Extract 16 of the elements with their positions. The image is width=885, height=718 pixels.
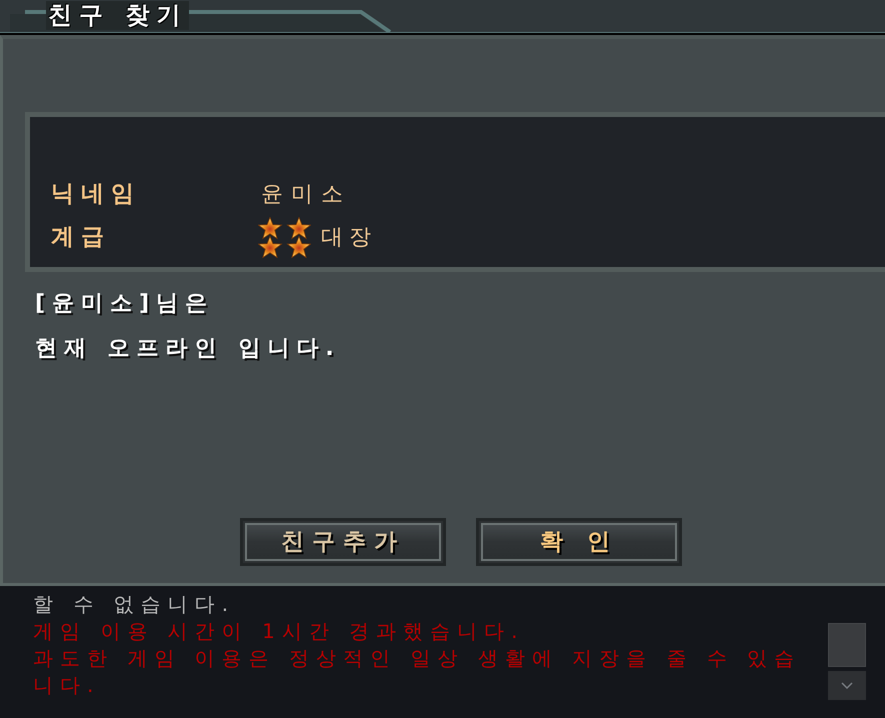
chevron-down-icon — [841, 682, 853, 689]
dialog-button[interactable]: 친구추가 — [240, 518, 446, 566]
field-label: 계급 — [51, 223, 112, 252]
scroll-down-button[interactable] — [828, 671, 866, 700]
window-title: 친구 찾기 — [46, 1, 190, 30]
rank-insignia-icon — [258, 217, 311, 258]
chat-line: 할 수 없습니다. — [33, 591, 236, 618]
status-message: 현재 오프라인 입니다. — [35, 335, 341, 363]
scroll-thumb[interactable] — [828, 623, 866, 667]
rank-name: 대장 — [321, 224, 377, 252]
chat-line: 게임 이용 시간이 1시간 경과했습니다. — [33, 618, 526, 645]
dialog-button[interactable]: 확 인 — [476, 518, 682, 566]
field-value: 윤미소 — [261, 181, 351, 209]
field-label: 닉네임 — [51, 180, 142, 210]
chat-line: 과도한 게임 이용은 정상적인 일상 생활에 지장을 줄 수 있습니다. — [33, 645, 802, 699]
status-message: [윤미소]님은 — [35, 290, 214, 318]
